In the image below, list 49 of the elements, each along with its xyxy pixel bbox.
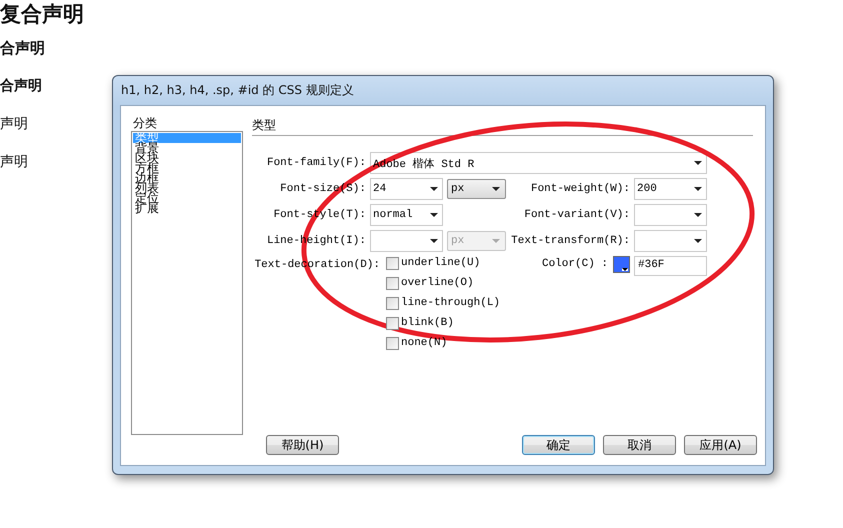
caret-icon	[694, 239, 702, 243]
color-input[interactable]: #36F	[634, 256, 707, 276]
window-title: h1, h2, h3, h4, .sp, #id 的 CSS 规则定义	[121, 82, 354, 99]
field-label: Font-weight(W):	[530, 183, 630, 195]
checkbox[interactable]	[386, 256, 399, 270]
heading-text: 合声明	[0, 77, 42, 96]
dialog-button[interactable]: 应用(A)	[684, 435, 757, 455]
help-button[interactable]: 帮助(H)	[266, 435, 339, 455]
heading-text: 声明	[0, 115, 28, 134]
caret-icon	[622, 268, 628, 271]
caret-icon	[430, 239, 438, 243]
section-title: 类型	[252, 118, 276, 132]
category-label: 分类	[132, 116, 158, 131]
font-size-select[interactable]: 24	[370, 178, 443, 200]
checkbox-label: line-through(L)	[401, 297, 500, 309]
field-label: Font-family(F):	[266, 157, 366, 169]
heading-text: 复合声明	[0, 1, 84, 28]
category-item[interactable]: 区块	[133, 153, 159, 163]
caret-icon	[492, 239, 500, 243]
checkbox[interactable]	[386, 296, 399, 310]
checkbox[interactable]	[386, 336, 399, 350]
caret-icon	[430, 187, 438, 191]
category-item[interactable]: 扩展	[133, 203, 159, 213]
checkbox-label: underline(U)	[401, 257, 480, 269]
field-label: Color(C) :	[542, 258, 608, 270]
field-label: Font-variant(V):	[523, 209, 630, 221]
font-style-select[interactable]: normal	[370, 204, 443, 226]
caret-icon	[492, 187, 500, 191]
heading-text: 声明	[0, 153, 28, 172]
checkbox-label: overline(O)	[401, 277, 474, 289]
field-label: Text-transform(R):	[510, 235, 630, 247]
checkbox-label: blink(B)	[401, 317, 454, 329]
category-item[interactable]: 列表	[133, 183, 159, 193]
dialog-button[interactable]: 取消	[603, 435, 676, 455]
font-weight-select[interactable]: 200	[634, 178, 707, 200]
unit-select[interactable]: px	[447, 179, 506, 199]
checkbox[interactable]	[386, 316, 399, 330]
heading-text: 合声明	[0, 38, 45, 59]
color-picker[interactable]	[613, 256, 630, 273]
checkbox[interactable]	[386, 276, 399, 290]
category-item[interactable]: 方框	[133, 163, 159, 173]
caret-icon	[694, 213, 702, 217]
caret-icon	[694, 187, 702, 191]
caret-icon	[430, 213, 438, 217]
dialog-button[interactable]: 确定	[522, 435, 595, 455]
category-item[interactable]: 边框	[133, 173, 159, 183]
checkbox-label: none(N)	[401, 337, 448, 349]
category-item[interactable]: 背景	[133, 143, 159, 153]
caret-icon	[694, 161, 702, 165]
